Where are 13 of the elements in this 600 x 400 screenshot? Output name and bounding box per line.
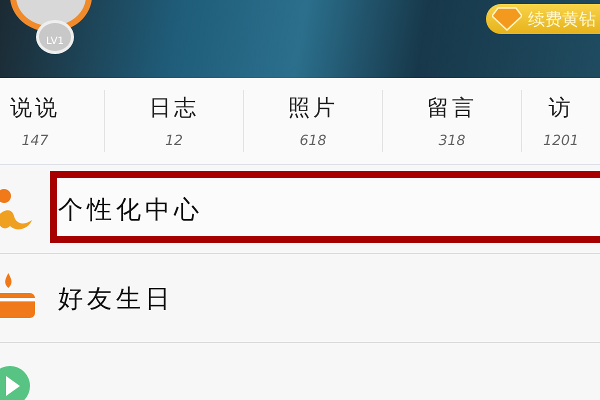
diamond-icon xyxy=(492,7,522,31)
stat-label[interactable]: 照片 xyxy=(288,93,338,123)
stat-label[interactable]: 说说 xyxy=(10,93,60,123)
stat-count: 318 xyxy=(438,133,466,149)
stat-count: 618 xyxy=(300,133,326,149)
stat-label[interactable]: 日志 xyxy=(149,93,199,123)
stat-label[interactable]: 留言 xyxy=(427,93,477,123)
stat-label[interactable]: 访 xyxy=(548,93,574,123)
menu-item[interactable]: 好友生日 xyxy=(50,282,182,314)
stat-count: 147 xyxy=(22,133,48,149)
menu-item[interactable]: 个性化中心 xyxy=(50,192,211,226)
stat-count: 12 xyxy=(165,133,183,149)
stat-count: 1201 xyxy=(543,133,579,149)
